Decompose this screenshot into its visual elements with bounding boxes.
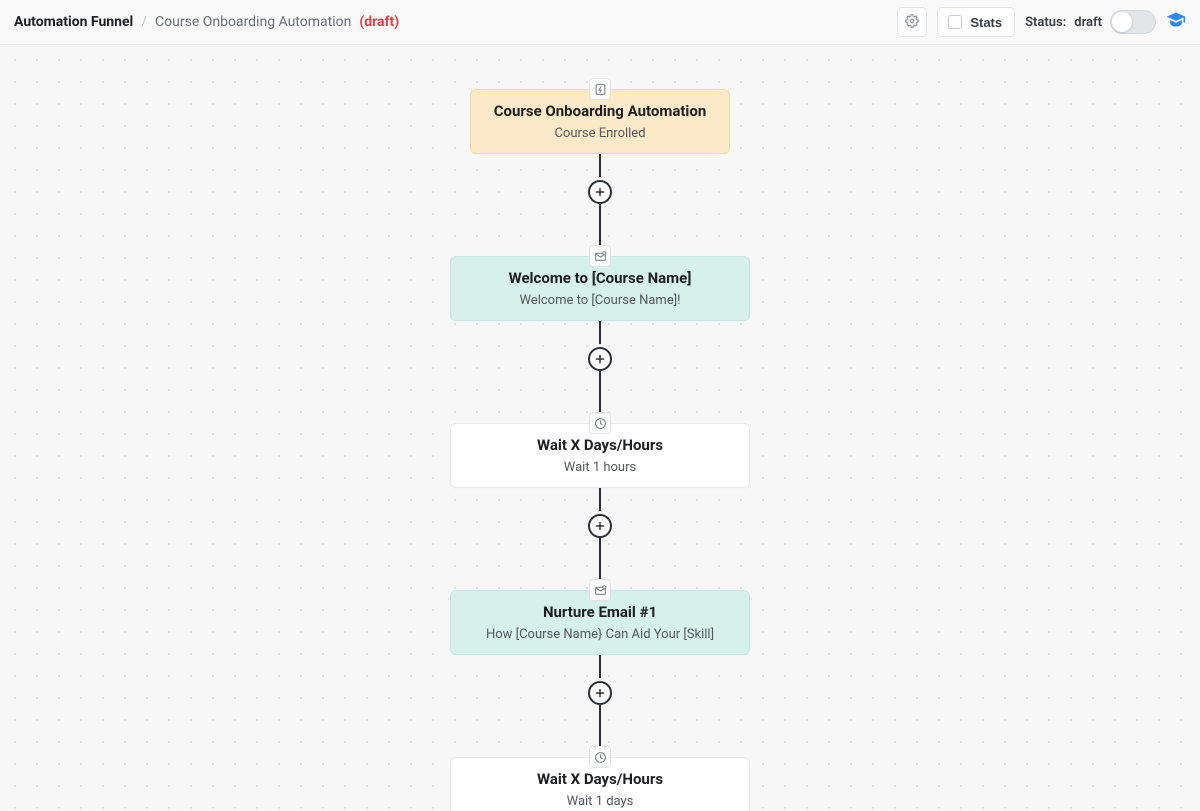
connector — [588, 488, 612, 590]
clock-icon — [589, 412, 611, 434]
status-indicator: Status: draft — [1025, 10, 1156, 34]
connector-line — [599, 321, 601, 347]
stats-label: Stats — [970, 15, 1002, 30]
connector-line — [599, 705, 601, 731]
connector-line — [599, 538, 601, 564]
email-node[interactable]: Nurture Email #1 How [Course Name} Can A… — [450, 590, 750, 655]
wait-node[interactable]: Wait X Days/Hours Wait 1 hours — [450, 423, 750, 488]
node-subtitle: Welcome to [Course Name]! — [465, 293, 735, 308]
breadcrumb-current: Course Onboarding Automation — [155, 14, 351, 30]
node-title: Wait X Days/Hours — [465, 436, 735, 454]
mail-send-icon — [589, 579, 611, 601]
breadcrumb-status-badge: (draft) — [359, 14, 399, 30]
trigger-title: Course Onboarding Automation — [485, 102, 715, 120]
graduation-cap-icon — [1166, 10, 1186, 34]
breadcrumb-separator: / — [141, 14, 147, 30]
stats-button[interactable]: Stats — [937, 7, 1015, 37]
automation-flow: Course Onboarding Automation Course Enro… — [440, 89, 760, 811]
connector-line — [599, 655, 601, 681]
topbar: Automation Funnel / Course Onboarding Au… — [0, 0, 1200, 45]
connector — [588, 321, 612, 423]
automation-canvas[interactable]: Course Onboarding Automation Course Enro… — [0, 45, 1200, 811]
connector-line — [599, 488, 601, 514]
node-subtitle: How [Course Name} Can Aid Your [Skill] — [465, 627, 735, 642]
connector-line — [599, 371, 601, 397]
connector-line — [599, 154, 601, 180]
add-step-button[interactable] — [588, 180, 612, 204]
topbar-actions: Stats Status: draft — [897, 7, 1186, 37]
settings-button[interactable] — [897, 7, 927, 37]
status-toggle[interactable] — [1110, 10, 1156, 34]
help-button[interactable] — [1166, 10, 1186, 34]
add-step-button[interactable] — [588, 681, 612, 705]
connector — [588, 154, 612, 256]
node-subtitle: Wait 1 hours — [465, 460, 735, 475]
connector-line — [599, 204, 601, 230]
clock-icon — [589, 746, 611, 768]
trigger-subtitle: Course Enrolled — [485, 126, 715, 141]
gear-icon — [905, 14, 919, 31]
trigger-node[interactable]: Course Onboarding Automation Course Enro… — [470, 89, 730, 154]
node-title: Nurture Email #1 — [465, 603, 735, 621]
add-step-button[interactable] — [588, 514, 612, 538]
connector — [588, 655, 612, 757]
node-subtitle: Wait 1 days — [465, 794, 735, 809]
status-value: draft — [1074, 15, 1102, 30]
node-title: Wait X Days/Hours — [465, 770, 735, 788]
node-title: Welcome to [Course Name] — [465, 269, 735, 287]
email-node[interactable]: Welcome to [Course Name] Welcome to [Cou… — [450, 256, 750, 321]
bolt-icon — [589, 78, 611, 100]
breadcrumb-root[interactable]: Automation Funnel — [14, 14, 133, 30]
wait-node[interactable]: Wait X Days/Hours Wait 1 days — [450, 757, 750, 811]
breadcrumb: Automation Funnel / Course Onboarding Au… — [14, 14, 399, 30]
toggle-knob — [1112, 12, 1132, 32]
stats-checkbox — [948, 15, 962, 29]
add-step-button[interactable] — [588, 347, 612, 371]
status-prefix: Status: — [1025, 15, 1066, 30]
mail-send-icon — [589, 245, 611, 267]
